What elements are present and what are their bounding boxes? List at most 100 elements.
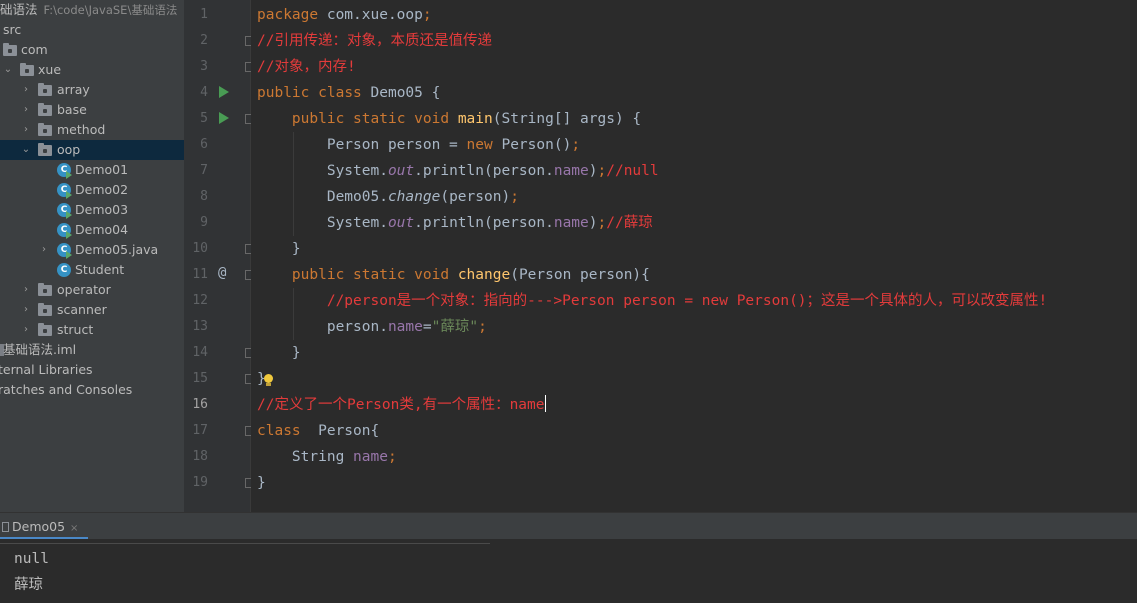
run-tab-demo05[interactable]: Demo05 × (0, 513, 89, 540)
console-output-line: null (14, 551, 49, 567)
tree-item-student[interactable]: C Student (0, 260, 184, 280)
tree-item-array[interactable]: › array (0, 80, 184, 100)
line-number[interactable]: 12 (184, 288, 208, 314)
tree-item-iml-file[interactable]: 基础语法.iml (0, 340, 184, 360)
chevron-right-icon[interactable]: › (20, 300, 32, 320)
tree-item-label: array (57, 82, 90, 97)
chevron-right-icon[interactable]: › (20, 100, 32, 120)
run-console[interactable] (0, 539, 1137, 603)
console-scrolled-line (0, 539, 490, 544)
run-tab-label: Demo05 (12, 519, 66, 534)
tree-item-src[interactable]: src (0, 20, 184, 40)
line-number[interactable]: 3 (184, 54, 208, 80)
code-line-19[interactable]: } (257, 470, 266, 496)
annotation-at-icon[interactable]: @ (218, 265, 226, 281)
package-folder-icon (38, 283, 52, 296)
package-folder-icon (38, 143, 52, 156)
package-folder-icon (38, 83, 52, 96)
tree-item-demo05-java[interactable]: › C Demo05.java (0, 240, 184, 260)
tree-item-label: ternal Libraries (0, 362, 93, 377)
code-line-13[interactable]: person.name="薛琼"; (257, 314, 487, 340)
run-main-icon[interactable] (219, 112, 229, 124)
line-number[interactable]: 2 (184, 28, 208, 54)
code-line-12[interactable]: //person是一个对象：指向的--->Person person = new… (257, 288, 1047, 314)
line-number[interactable]: 10 (184, 236, 208, 262)
code-editor[interactable]: package com.xue.oop; //引用传递：对象，本质还是值传递 /… (251, 0, 1137, 512)
tree-item-label: 基础语法.iml (3, 342, 77, 357)
code-line-14[interactable]: } (257, 340, 301, 366)
code-line-18[interactable]: String name; (257, 444, 397, 470)
chevron-right-icon[interactable]: › (20, 320, 32, 340)
chevron-right-icon[interactable]: › (20, 120, 32, 140)
line-number[interactable]: 7 (184, 158, 208, 184)
code-line-6[interactable]: Person person = new Person(); (257, 132, 580, 158)
code-line-2[interactable]: //引用传递：对象，本质还是值传递 (257, 28, 492, 54)
tree-item-struct[interactable]: › struct (0, 320, 184, 340)
chevron-right-icon[interactable]: › (20, 80, 32, 100)
code-line-8[interactable]: Demo05.change(person); (257, 184, 519, 210)
code-line-5[interactable]: public static void main(String[] args) { (257, 106, 641, 132)
tree-item-xue[interactable]: ⌄ xue (0, 60, 184, 80)
code-line-7[interactable]: System.out.println(person.name);//null (257, 158, 659, 184)
tree-item-demo03[interactable]: C Demo03 (0, 200, 184, 220)
code-line-10[interactable]: } (257, 236, 301, 262)
tree-item-label: Demo05.java (75, 242, 159, 257)
line-number[interactable]: 1 (184, 2, 208, 28)
line-number[interactable]: 14 (184, 340, 208, 366)
tree-item-operator[interactable]: › operator (0, 280, 184, 300)
tree-item-external-libraries[interactable]: ternal Libraries (0, 360, 184, 380)
line-number[interactable]: 15 (184, 366, 208, 392)
package-folder-icon (38, 103, 52, 116)
tree-item-com[interactable]: com (0, 40, 184, 60)
tree-item-demo02[interactable]: C Demo02 (0, 180, 184, 200)
package-folder-icon (38, 323, 52, 336)
chevron-down-icon[interactable]: ⌄ (20, 140, 32, 160)
project-tool-window: 础语法 F:\code\JavaSE\基础语法 src com ⌄ xue › a… (0, 0, 184, 512)
run-tool-window-tabs: Demo05 × (0, 512, 1137, 540)
code-line-9[interactable]: System.out.println(person.name);//薛琼 (257, 210, 653, 236)
line-number[interactable]: 6 (184, 132, 208, 158)
tree-item-label: xue (38, 62, 62, 77)
code-line-1[interactable]: package com.xue.oop; (257, 2, 432, 28)
line-number[interactable]: 4 (184, 80, 208, 106)
java-class-icon: C (57, 183, 72, 199)
tree-item-label: Student (75, 262, 125, 277)
line-number[interactable]: 13 (184, 314, 208, 340)
line-number[interactable]: 17 (184, 418, 208, 444)
tree-item-demo01[interactable]: C Demo01 (0, 160, 184, 180)
close-icon[interactable]: × (70, 523, 78, 534)
tree-item-base[interactable]: › base (0, 100, 184, 120)
chevron-right-icon[interactable]: › (38, 240, 50, 260)
tree-item-scratches[interactable]: ratches and Consoles (0, 380, 184, 400)
line-number[interactable]: 18 (184, 444, 208, 470)
line-number[interactable]: 19 (184, 470, 208, 496)
java-class-icon: C (57, 163, 72, 179)
run-class-icon[interactable] (219, 86, 229, 98)
chevron-down-icon[interactable]: ⌄ (2, 60, 14, 80)
java-class-icon: C (57, 223, 72, 239)
tree-item-project-root[interactable]: 础语法 F:\code\JavaSE\基础语法 (0, 0, 184, 20)
tree-item-label: Demo01 (75, 162, 129, 177)
tree-item-label: com (21, 42, 48, 57)
tree-item-label: src (3, 22, 22, 37)
project-root-path: F:\code\JavaSE\基础语法 (43, 3, 178, 17)
project-root-label: 础语法 F:\code\JavaSE\基础语法 (0, 2, 178, 17)
line-number[interactable]: 8 (184, 184, 208, 210)
chevron-right-icon[interactable]: › (20, 280, 32, 300)
code-line-3[interactable]: //对象，内存! (257, 54, 356, 80)
line-number[interactable]: 11 (184, 262, 208, 288)
line-number-current[interactable]: 16 (184, 392, 208, 418)
package-folder-icon (3, 43, 17, 56)
code-line-4[interactable]: public class Demo05 { (257, 80, 440, 106)
tree-item-method[interactable]: › method (0, 120, 184, 140)
java-class-icon: C (57, 203, 72, 219)
code-line-17[interactable]: class Person{ (257, 418, 379, 444)
code-line-11[interactable]: public static void change(Person person)… (257, 262, 650, 288)
tree-item-demo04[interactable]: C Demo04 (0, 220, 184, 240)
code-line-16[interactable]: //定义了一个Person类,有一个属性：name (257, 392, 546, 418)
intention-bulb-icon[interactable] (264, 374, 273, 386)
tree-item-scanner[interactable]: › scanner (0, 300, 184, 320)
tree-item-oop[interactable]: ⌄ oop (0, 140, 184, 160)
line-number[interactable]: 5 (184, 106, 208, 132)
line-number[interactable]: 9 (184, 210, 208, 236)
